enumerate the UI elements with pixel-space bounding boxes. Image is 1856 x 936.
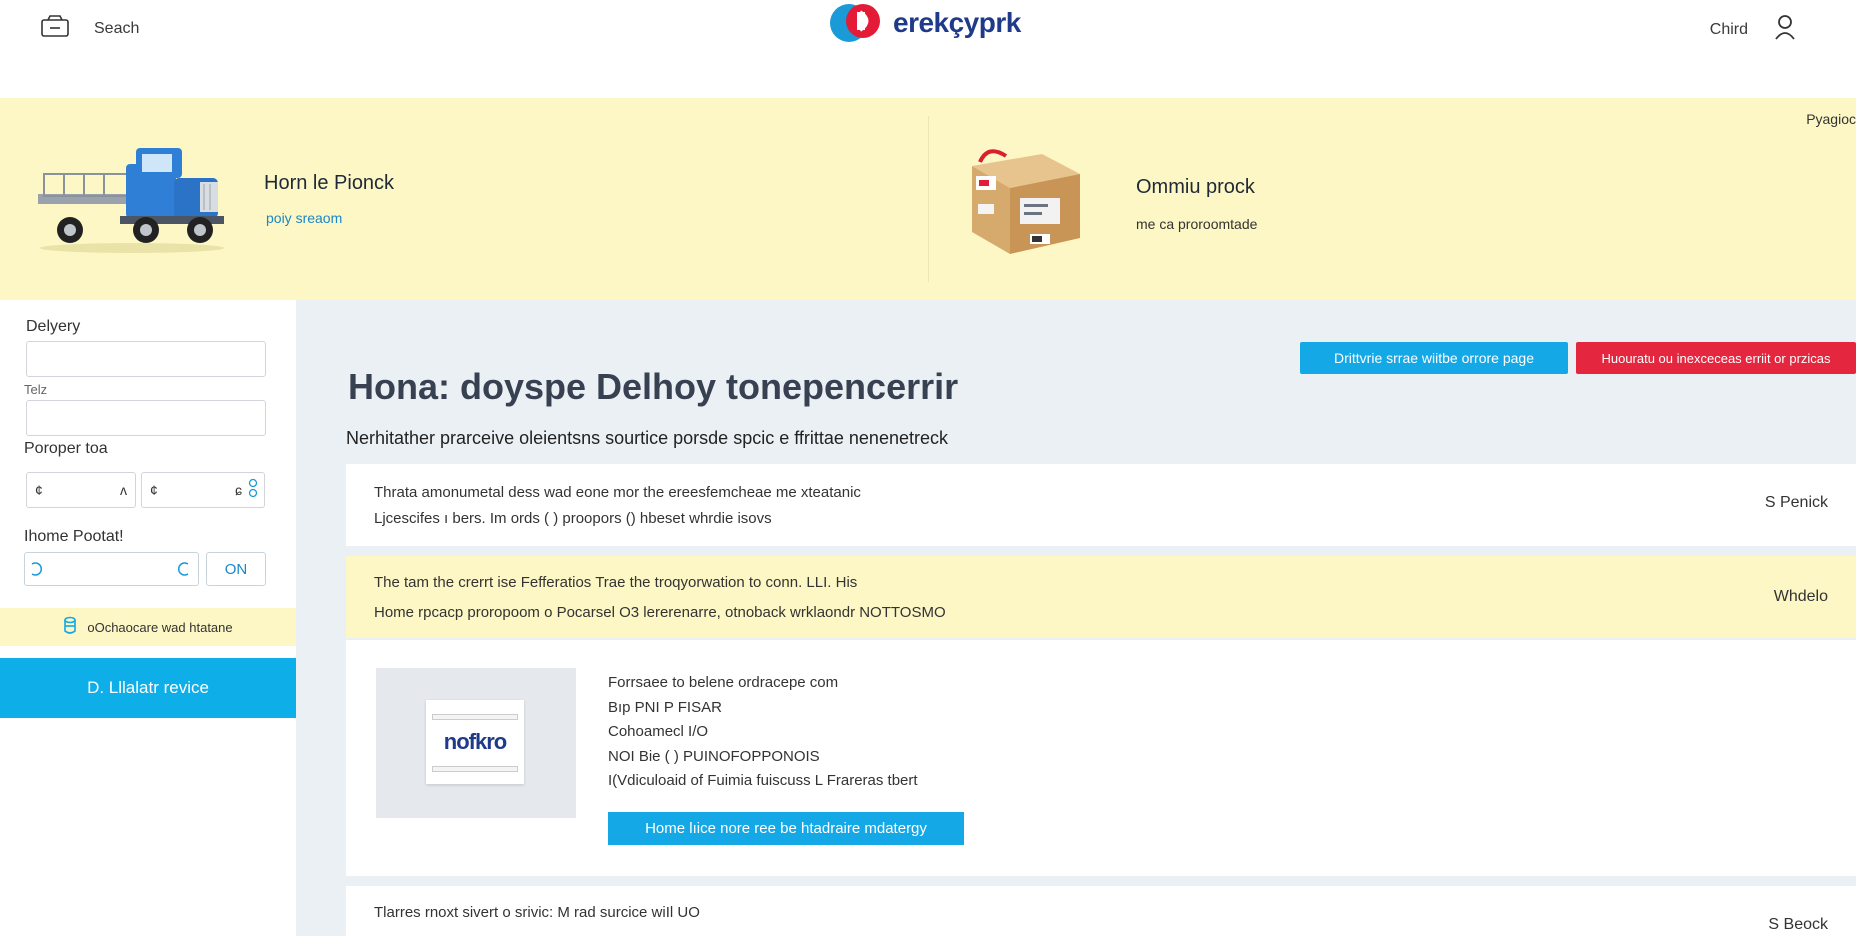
property-label: Poroper toa xyxy=(24,440,108,457)
detail-line: NOI Bie ( ) PUINOFOPPONOIS xyxy=(608,748,820,765)
result-card: Tlarres rnoxt sivert o srivic: M rad sur… xyxy=(346,886,1856,936)
detail-line: Forrsaee to belene ordracepe com xyxy=(608,674,839,691)
card-line: Home rpcacp proropoom o Pocarsel O3 lere… xyxy=(374,604,946,621)
hero-right-title: Ommiu prock xyxy=(1136,176,1255,198)
delivery-label: Delyery xyxy=(26,318,81,335)
delivery-input[interactable] xyxy=(26,341,266,377)
card-action-link[interactable]: S Penick xyxy=(1765,494,1828,512)
tel-input[interactable] xyxy=(26,400,266,436)
delivery-service-button[interactable]: D. Lllalatr revice xyxy=(0,658,296,718)
sidebar-note-text: oOchaocare wad htatane xyxy=(87,619,233,635)
hero-left-title: Horn le Pionck xyxy=(264,172,395,194)
property-from-value: ¢ xyxy=(35,482,43,498)
property-to-suffix: ɕ xyxy=(235,482,242,498)
property-from-field[interactable]: ¢ ʌ xyxy=(26,472,136,508)
top-header: Seach erekçyprk Chird xyxy=(0,0,1856,98)
card-line: Thrata amonumetal dess wad eone mor the … xyxy=(374,484,861,501)
page-subtitle: Nerhitather prarceive oleientsns sourtic… xyxy=(346,428,948,448)
hero-divider xyxy=(928,116,929,282)
child-link[interactable]: Chird xyxy=(1710,21,1748,39)
truck-illustration-icon xyxy=(34,138,230,258)
product-logo-text: nofkro xyxy=(443,729,507,754)
info-icon xyxy=(247,477,259,506)
postal-label: Ihome Pootat! xyxy=(24,528,124,545)
detail-action-button[interactable]: Home lıice nore ree be htadraire mdaterg… xyxy=(608,812,964,845)
secondary-action-button[interactable]: Huouratu ou inexceceas erriit or przicas xyxy=(1576,342,1856,374)
loading-right-icon xyxy=(176,561,192,582)
card-action-link[interactable]: S Beock xyxy=(1768,916,1828,934)
primary-action-button[interactable]: Drittvrie srrae wiitbe orrore page xyxy=(1300,342,1568,374)
detail-line: Cohoamecl I/O xyxy=(608,723,709,740)
hero-left-link[interactable]: poiy sreaom xyxy=(266,210,342,226)
result-card: Thrata amonumetal dess wad eone mor the … xyxy=(346,464,1856,546)
package-box-icon xyxy=(966,144,1086,261)
property-from-suffix: ʌ xyxy=(120,482,127,498)
card-action-link[interactable]: Whdelo xyxy=(1774,588,1828,606)
result-card: The tam the crerrt ise Fefferatios Trae … xyxy=(346,556,1856,638)
card-line: The tam the crerrt ise Fefferatios Trae … xyxy=(374,574,858,591)
brand-logo-mark-icon xyxy=(830,4,880,42)
logo-bar-top xyxy=(432,714,518,720)
hero-right-subtitle: me ca proroomtade xyxy=(1136,216,1258,232)
card-line: Tlarres rnoxt sivert o srivic: M rad sur… xyxy=(374,904,700,921)
search-label: Seach xyxy=(94,19,140,37)
detail-card: nofkro Forrsaee to belene ordracepe com … xyxy=(346,640,1856,876)
property-to-field[interactable]: ¢ ɕ xyxy=(141,472,265,508)
logo-bar-bottom xyxy=(432,766,518,772)
product-logo: nofkro xyxy=(426,700,524,784)
sidebar-note: oOchaocare wad htatane xyxy=(0,608,296,646)
brand-logo[interactable]: erekçyprk xyxy=(829,2,1021,44)
postal-input[interactable] xyxy=(24,552,199,586)
search-box-icon xyxy=(40,14,72,43)
property-to-value: ¢ xyxy=(150,482,158,498)
product-thumbnail[interactable]: nofkro xyxy=(376,668,576,818)
brand-name: erekçyprk xyxy=(893,7,1021,38)
loading-left-icon xyxy=(29,561,43,582)
cylinder-icon xyxy=(63,616,77,639)
detail-line: I(Vdiculoaid of Fuimia fuiscuss L Frarer… xyxy=(608,772,918,789)
card-line: Ljcescifes ı bers. Im ords ( ) proopors … xyxy=(374,510,772,527)
hero-banner: Pyagioc Horn le Pionck poiy sreaom Ommiu… xyxy=(0,98,1856,300)
detail-line: Bıp PNI P FISAR xyxy=(608,699,722,716)
user-icon[interactable] xyxy=(1774,14,1796,45)
on-button[interactable]: ON xyxy=(206,552,266,586)
tel-label: Telz xyxy=(24,382,48,397)
hero-corner-link[interactable]: Pyagioc xyxy=(1806,111,1856,127)
page-title: Hona: doyspe Delhoy tonepencerrir xyxy=(348,366,959,407)
search-control[interactable]: Seach xyxy=(40,14,139,43)
